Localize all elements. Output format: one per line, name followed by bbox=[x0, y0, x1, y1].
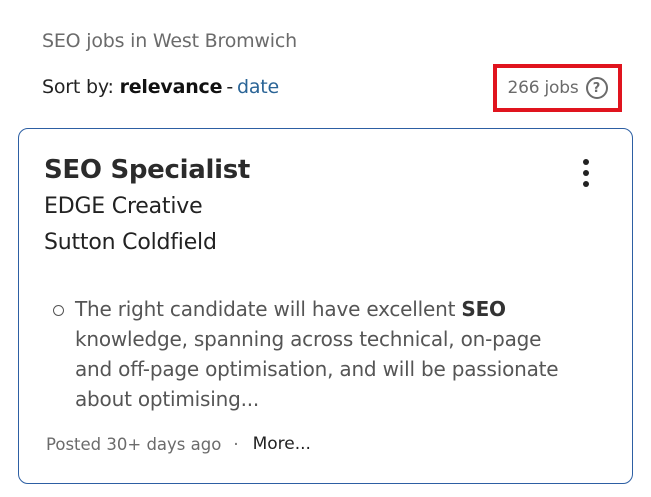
kebab-dot bbox=[583, 181, 589, 187]
search-heading: SEO jobs in West Bromwich bbox=[42, 30, 297, 52]
sort-separator: - bbox=[226, 76, 233, 98]
snippet-text-after: knowledge, spanning across technical, on… bbox=[75, 327, 559, 411]
footer-separator: · bbox=[233, 434, 239, 454]
company-name: EDGE Creative bbox=[44, 194, 203, 219]
job-count: 266 jobs bbox=[507, 78, 579, 98]
more-options-icon[interactable] bbox=[576, 159, 596, 187]
job-location: Sutton Coldfield bbox=[44, 230, 217, 255]
job-snippet: The right candidate will have excellent … bbox=[75, 294, 575, 414]
job-title[interactable]: SEO Specialist bbox=[44, 155, 250, 185]
job-search-results: SEO jobs in West Bromwich Sort by: relev… bbox=[0, 0, 651, 497]
job-card[interactable]: SEO Specialist EDGE Creative Sutton Cold… bbox=[18, 128, 633, 484]
help-icon[interactable]: ? bbox=[585, 77, 608, 99]
job-footer: Posted 30+ days ago · More... bbox=[46, 434, 311, 454]
kebab-dot bbox=[583, 170, 589, 176]
sort-bar: Sort by: relevance - date bbox=[42, 76, 279, 98]
bullet-icon bbox=[53, 305, 64, 316]
posted-date: Posted 30+ days ago bbox=[46, 434, 222, 454]
sort-option-relevance: relevance bbox=[119, 76, 223, 98]
snippet-text-before: The right candidate will have excellent bbox=[75, 297, 462, 321]
sort-label: Sort by: bbox=[42, 76, 120, 98]
job-count-highlight: 266 jobs ? bbox=[493, 64, 622, 112]
kebab-dot bbox=[583, 159, 589, 165]
more-link[interactable]: More... bbox=[253, 434, 311, 454]
sort-option-date[interactable]: date bbox=[237, 76, 279, 98]
snippet-highlight: SEO bbox=[461, 297, 506, 321]
